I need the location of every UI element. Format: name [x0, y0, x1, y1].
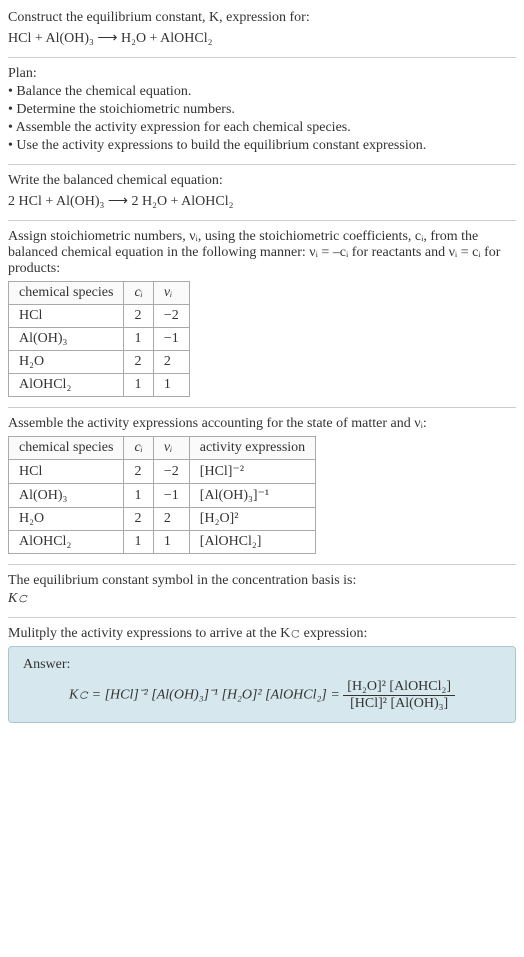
table-row: HCl 2 −2 — [9, 305, 190, 328]
cell: 1 — [124, 374, 153, 397]
plan-item: • Assemble the activity expression for e… — [8, 120, 516, 136]
balanced-header: Write the balanced chemical equation: — [8, 173, 516, 189]
table-row: H₂O 2 2 — [9, 351, 190, 374]
multiply-text: Mulitply the activity expressions to arr… — [8, 626, 516, 642]
cell: [AlOHCl₂] — [189, 531, 315, 554]
table-row: Al(OH)₃ 1 −1 — [9, 328, 190, 351]
table-row: AlOHCl₂ 1 1 — [9, 374, 190, 397]
plan-item: • Use the activity expressions to build … — [8, 138, 516, 154]
answer-denominator: [HCl]² [Al(OH)₃] — [343, 696, 455, 712]
cell: 2 — [153, 351, 189, 374]
answer-box: Answer: K𝚌 = [HCl]⁻² [Al(OH)₃]⁻¹ [H₂O]² … — [8, 646, 516, 723]
reaction-balanced: 2 HCl + Al(OH)₃ ⟶ 2 H₂O + AlOHCl₂ — [8, 193, 516, 210]
kc-line1: The equilibrium constant symbol in the c… — [8, 573, 516, 589]
cell: H₂O — [9, 351, 124, 374]
stoich-block: Assign stoichiometric numbers, νᵢ, using… — [8, 229, 516, 397]
cell: 2 — [124, 508, 153, 531]
kc-line2: K𝚌 — [8, 591, 516, 607]
cell: 2 — [124, 305, 153, 328]
cell: −1 — [153, 484, 189, 508]
answer-equation: K𝚌 = [HCl]⁻² [Al(OH)₃]⁻¹ [H₂O]² [AlOHCl₂… — [23, 679, 501, 712]
answer-lhs: K𝚌 = [HCl]⁻² [Al(OH)₃]⁻¹ [H₂O]² [AlOHCl₂… — [69, 688, 343, 703]
assemble-text: Assemble the activity expressions accoun… — [8, 416, 516, 432]
divider — [8, 220, 516, 221]
col-header: νᵢ — [153, 282, 189, 305]
table-row: HCl 2 −2 [HCl]⁻² — [9, 460, 316, 484]
assign-text: Assign stoichiometric numbers, νᵢ, using… — [8, 229, 516, 277]
col-header: chemical species — [9, 437, 124, 460]
divider — [8, 564, 516, 565]
cell: 1 — [153, 531, 189, 554]
table-header-row: chemical species cᵢ νᵢ activity expressi… — [9, 437, 316, 460]
col-header: νᵢ — [153, 437, 189, 460]
title-block: Construct the equilibrium constant, K, e… — [8, 10, 516, 47]
activity-block: Assemble the activity expressions accoun… — [8, 416, 516, 554]
balanced-block: Write the balanced chemical equation: 2 … — [8, 173, 516, 210]
nu-header: νᵢ — [164, 285, 172, 300]
answer-numerator: [H₂O]² [AlOHCl₂] — [343, 679, 455, 696]
nu-header: νᵢ — [164, 440, 172, 455]
answer-fraction: [H₂O]² [AlOHCl₂] [HCl]² [Al(OH)₃] — [343, 679, 455, 712]
cell: Al(OH)₃ — [9, 484, 124, 508]
cell: 1 — [124, 484, 153, 508]
col-header: chemical species — [9, 282, 124, 305]
cell: [H₂O]² — [189, 508, 315, 531]
cell: 2 — [124, 351, 153, 374]
divider — [8, 617, 516, 618]
cell: 2 — [124, 460, 153, 484]
title-line1: Construct the equilibrium constant, K, e… — [8, 10, 516, 26]
activity-table: chemical species cᵢ νᵢ activity expressi… — [8, 436, 316, 554]
answer-label: Answer: — [23, 657, 501, 673]
cell: AlOHCl₂ — [9, 374, 124, 397]
col-header: cᵢ — [124, 282, 153, 305]
cell: −2 — [153, 305, 189, 328]
ci-header: cᵢ — [134, 285, 142, 300]
kc-symbol-block: The equilibrium constant symbol in the c… — [8, 573, 516, 607]
plan-item: • Determine the stoichiometric numbers. — [8, 102, 516, 118]
cell: −1 — [153, 328, 189, 351]
stoich-table: chemical species cᵢ νᵢ HCl 2 −2 Al(OH)₃ … — [8, 281, 190, 397]
table-row: H₂O 2 2 [H₂O]² — [9, 508, 316, 531]
multiply-block: Mulitply the activity expressions to arr… — [8, 626, 516, 723]
plan-item: • Balance the chemical equation. — [8, 84, 516, 100]
table-header-row: chemical species cᵢ νᵢ — [9, 282, 190, 305]
cell: AlOHCl₂ — [9, 531, 124, 554]
cell: [HCl]⁻² — [189, 460, 315, 484]
table-row: AlOHCl₂ 1 1 [AlOHCl₂] — [9, 531, 316, 554]
cell: 1 — [124, 328, 153, 351]
cell: 2 — [153, 508, 189, 531]
cell: HCl — [9, 305, 124, 328]
cell: Al(OH)₃ — [9, 328, 124, 351]
divider — [8, 407, 516, 408]
cell: H₂O — [9, 508, 124, 531]
divider — [8, 57, 516, 58]
cell: [Al(OH)₃]⁻¹ — [189, 484, 315, 508]
col-header: cᵢ — [124, 437, 153, 460]
cell: HCl — [9, 460, 124, 484]
col-header: activity expression — [189, 437, 315, 460]
cell: 1 — [153, 374, 189, 397]
plan-header: Plan: — [8, 66, 516, 82]
ci-header: cᵢ — [134, 440, 142, 455]
plan-block: Plan: • Balance the chemical equation. •… — [8, 66, 516, 154]
cell: −2 — [153, 460, 189, 484]
cell: 1 — [124, 531, 153, 554]
reaction-unbalanced: HCl + Al(OH)₃ ⟶ H₂O + AlOHCl₂ — [8, 30, 516, 47]
table-row: Al(OH)₃ 1 −1 [Al(OH)₃]⁻¹ — [9, 484, 316, 508]
divider — [8, 164, 516, 165]
